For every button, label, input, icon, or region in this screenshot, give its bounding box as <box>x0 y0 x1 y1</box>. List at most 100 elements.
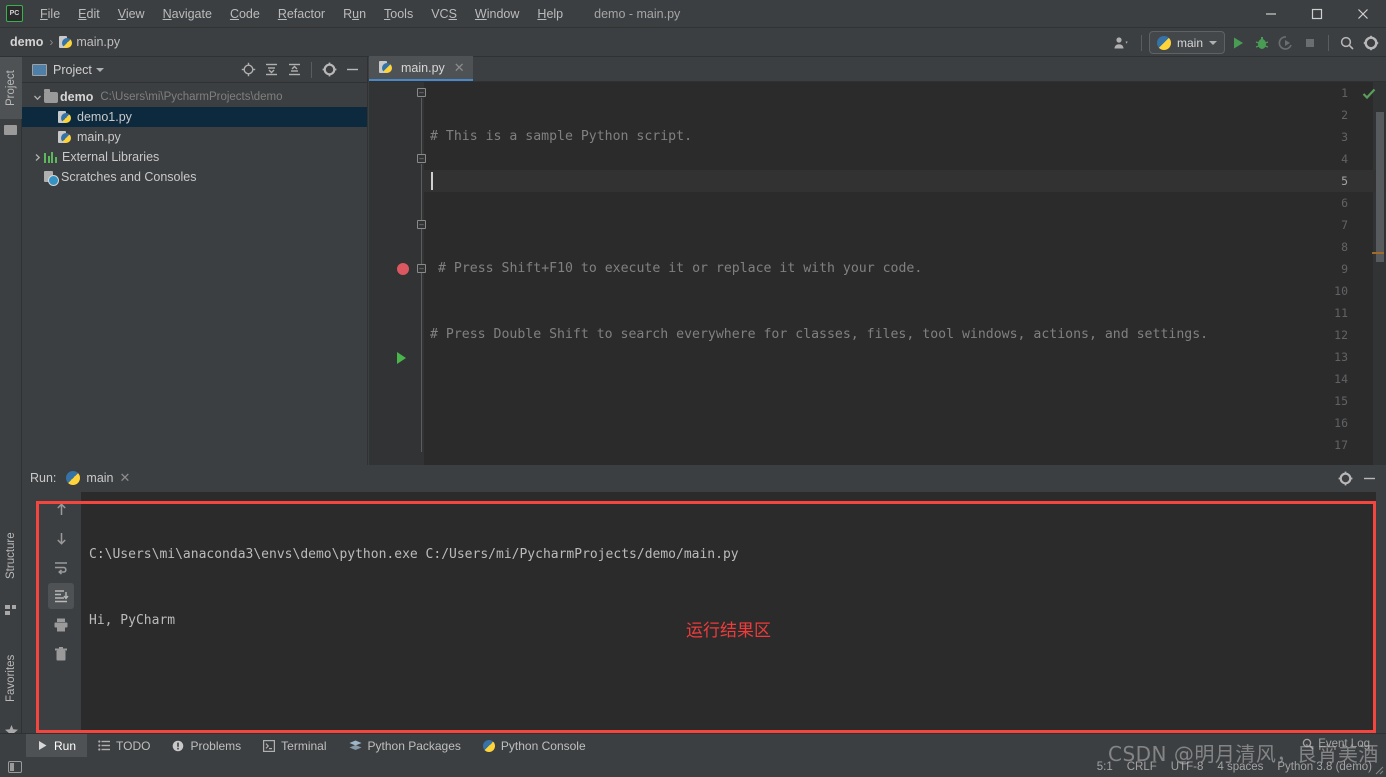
scroll-up-icon[interactable] <box>48 496 74 522</box>
menu-item-code[interactable]: Code <box>221 3 269 25</box>
ok-check-icon[interactable] <box>1362 87 1376 106</box>
breadcrumb-project[interactable]: demo <box>10 35 43 49</box>
bottom-item-terminal[interactable]: Terminal <box>252 734 337 758</box>
status-encoding[interactable]: UTF-8 <box>1171 761 1204 773</box>
scroll-to-end-icon[interactable] <box>48 583 74 609</box>
soft-wrap-icon[interactable] <box>48 554 74 580</box>
menu-item-file[interactable]: FFileile <box>31 3 69 25</box>
select-opened-file-icon[interactable] <box>237 59 259 81</box>
close-icon[interactable]: ✕ <box>120 470 131 486</box>
window-resize-grip[interactable] <box>1372 763 1384 775</box>
hide-icon[interactable] <box>1358 467 1380 489</box>
run-console-output[interactable]: C:\Users\mi\anaconda3\envs\demo\python.e… <box>81 492 1376 760</box>
breadcrumb-file[interactable]: main.py <box>59 35 120 49</box>
title-bar: PC FFileile Edit View Navigate Code Refa… <box>0 0 1386 28</box>
status-interpreter[interactable]: Python 3.8 (demo) <box>1277 761 1372 773</box>
status-line-separator[interactable]: CRLF <box>1127 761 1157 773</box>
user-settings-icon[interactable] <box>1110 32 1134 54</box>
text-caret <box>431 172 433 190</box>
tree-item-demo1-py[interactable]: demo1.py <box>22 107 367 127</box>
collapse-all-icon[interactable] <box>283 59 305 81</box>
chevron-right-icon[interactable] <box>30 153 44 162</box>
python-file-icon <box>58 110 71 124</box>
scroll-down-icon[interactable] <box>48 525 74 551</box>
bottom-item-python-packages[interactable]: Python Packages <box>338 734 472 758</box>
menu-item-tools[interactable]: Tools <box>375 3 422 25</box>
menu-item-refactor[interactable]: Refactor <box>269 3 334 25</box>
tree-item-scratches-and-consoles[interactable]: Scratches and Consoles <box>22 167 367 187</box>
tree-item-external-libraries-label: External Libraries <box>62 150 160 164</box>
clear-all-icon[interactable] <box>48 641 74 667</box>
breakpoint-marker[interactable] <box>397 263 409 275</box>
settings-gear-icon[interactable] <box>1360 32 1382 54</box>
breadcrumb-file-label: main.py <box>76 35 121 49</box>
editor-gutter[interactable] <box>369 82 424 465</box>
menu-item-run[interactable]: Run <box>334 3 375 25</box>
stop-button[interactable] <box>1299 32 1321 54</box>
console-line: C:\Users\mi\anaconda3\envs\demo\python.e… <box>89 547 739 562</box>
bottom-item-terminal-label: Terminal <box>281 738 327 753</box>
bottom-item-todo[interactable]: TODO <box>87 734 161 758</box>
window-title: demo - main.py <box>594 6 681 21</box>
structure-icon <box>4 602 18 616</box>
sidebar-item-project[interactable]: Project <box>0 57 22 119</box>
gutter-run-icon[interactable] <box>397 352 406 364</box>
run-with-coverage-button[interactable] <box>1275 32 1297 54</box>
menu-item-navigate[interactable]: Navigate <box>154 3 221 25</box>
status-caret-position[interactable]: 5:1 <box>1097 761 1113 773</box>
menu-item-window[interactable]: Window <box>466 3 528 25</box>
code-lines[interactable]: # This is a sample Python script. # Pres… <box>424 82 1386 465</box>
close-button[interactable] <box>1340 0 1386 28</box>
print-icon[interactable] <box>48 612 74 638</box>
chevron-down-icon[interactable] <box>30 93 44 102</box>
bottom-item-python-console[interactable]: Python Console <box>472 734 597 758</box>
editor-tab-bar: main.py ✕ <box>369 56 1386 82</box>
run-tab-label: main <box>86 471 114 485</box>
python-file-icon <box>379 61 392 74</box>
folder-icon <box>44 88 58 103</box>
run-tool-window: Run: main ✕ C:\Users\mi\anaconda3\envs\d… <box>22 466 1386 760</box>
toggle-tool-window-bars-icon[interactable] <box>8 761 22 773</box>
close-icon[interactable]: ✕ <box>454 60 465 76</box>
settings-gear-icon[interactable] <box>318 59 340 81</box>
menu-item-view[interactable]: View <box>109 3 154 25</box>
bottom-item-run[interactable]: Run <box>26 733 88 758</box>
sidebar-item-structure[interactable]: Structure <box>0 515 22 597</box>
folder-strip-icon[interactable] <box>4 125 18 139</box>
bottom-item-problems[interactable]: Problems <box>161 734 252 758</box>
settings-gear-icon[interactable] <box>1334 467 1356 489</box>
editor-marker-warning[interactable] <box>1372 252 1384 254</box>
sidebar-item-structure-label: Structure <box>5 532 17 580</box>
sidebar-item-favorites[interactable]: Favorites <box>0 637 22 719</box>
problems-icon <box>173 740 184 751</box>
tree-item-demo[interactable]: demo C:\Users\mi\PycharmProjects\demo <box>22 87 367 107</box>
debug-button[interactable] <box>1251 32 1273 54</box>
run-body: C:\Users\mi\anaconda3\envs\demo\python.e… <box>22 490 1386 760</box>
bottom-item-problems-label: Problems <box>190 738 242 753</box>
maximize-button[interactable] <box>1294 0 1340 28</box>
python-file-icon <box>59 35 73 49</box>
event-log-button[interactable]: Event Log <box>1302 738 1370 750</box>
tree-item-main-py[interactable]: main.py <box>22 127 367 147</box>
run-configuration-selector[interactable]: main <box>1148 31 1225 54</box>
run-header: Run: main ✕ <box>22 466 1386 490</box>
code-editor[interactable]: 1 2 3 4 5 6 7 8 9 10 11 12 13 14 15 16 1… <box>369 82 1386 465</box>
code-line-4: # Press Double Shift to search everywher… <box>430 327 1209 342</box>
menu-item-vcs[interactable]: VCS <box>422 3 466 25</box>
expand-all-icon[interactable] <box>260 59 282 81</box>
minimize-button[interactable] <box>1248 0 1294 28</box>
editor-scrollbar[interactable] <box>1376 112 1384 262</box>
tree-item-external-libraries[interactable]: External Libraries <box>22 147 367 167</box>
menu-item-help[interactable]: Help <box>528 3 572 25</box>
tab-main-py[interactable]: main.py ✕ <box>369 56 473 81</box>
main-menu: FFileile Edit View Navigate Code Refacto… <box>31 3 572 25</box>
run-button[interactable] <box>1227 32 1249 54</box>
menu-item-edit[interactable]: Edit <box>69 3 109 25</box>
status-indent[interactable]: 4 spaces <box>1217 761 1263 773</box>
hide-icon[interactable] <box>341 59 363 81</box>
run-tab-main[interactable]: main ✕ <box>66 470 130 486</box>
search-icon[interactable] <box>1336 32 1358 54</box>
chevron-down-icon[interactable] <box>95 67 104 72</box>
todo-list-icon <box>98 740 111 751</box>
